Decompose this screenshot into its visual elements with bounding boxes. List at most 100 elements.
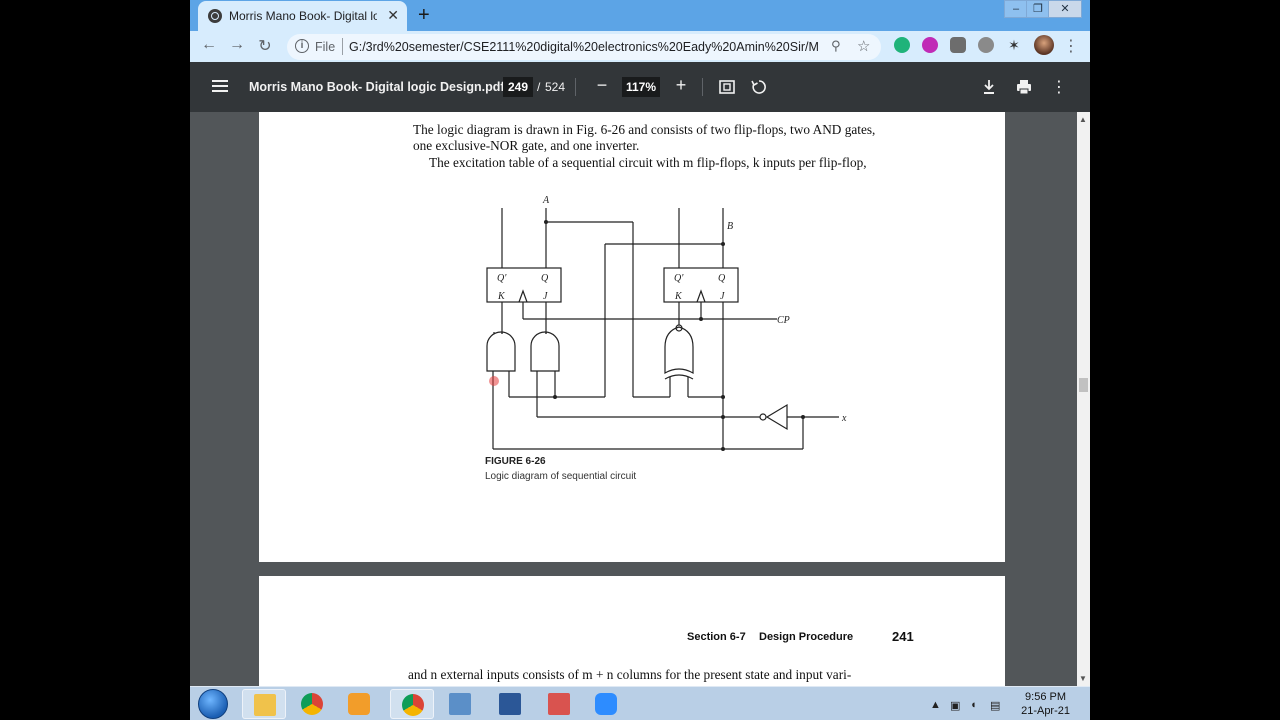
ff-b-k: K [674,291,683,302]
pdf-viewer[interactable]: The logic diagram is drawn in Fig. 6-26 … [190,112,1077,686]
page-separator: / [537,80,541,94]
zoom-level-input[interactable]: 117% [622,77,660,97]
fit-to-page-icon[interactable] [719,79,735,95]
browser-window: Morris Mano Book- Digital logic Design.p… [190,0,1090,686]
scroll-down-icon[interactable]: ▼ [1079,674,1087,683]
figure-caption-text: Logic diagram of sequential circuit [485,471,637,482]
ff-a-k: K [497,291,506,302]
start-button[interactable] [198,689,228,719]
page-number: 241 [892,629,914,644]
xnor-gate [664,326,694,375]
taskbar-image-viewer[interactable] [438,689,482,719]
minimize-button[interactable]: – [1004,0,1028,18]
tray-arrow-icon[interactable]: ▲ [930,699,941,711]
system-clock[interactable]: 9:56 PM 21-Apr-21 [1021,690,1070,718]
profile-avatar[interactable] [1034,35,1054,55]
logic-diagram: A B CP x Q' Q K J Q' Q K J [486,195,847,451]
label-a: A [542,195,550,206]
tab-close-icon[interactable]: ✕ [387,7,399,24]
chrome-icon [301,693,323,715]
restore-button[interactable]: ❐ [1026,0,1050,18]
word-icon [499,693,521,715]
section-title: Design Procedure [759,631,854,643]
pdf-title: Morris Mano Book- Digital logic Design.p… [249,80,505,94]
close-window-button[interactable]: ✕ [1048,0,1082,18]
globe-icon [208,9,222,23]
media-player-icon [348,693,370,715]
ff-b-q: Q [718,273,726,284]
taskbar-zoom[interactable] [584,689,628,719]
taskbar-chrome[interactable] [290,689,334,719]
body-text-line: The logic diagram is drawn in Fig. 6-26 … [413,122,876,137]
inverter-gate [765,403,788,431]
puzzle-extensions-icon[interactable]: ✶ [1006,37,1022,53]
browser-tab[interactable]: Morris Mano Book- Digital logic Design.p… [198,1,407,31]
extension-icon[interactable] [922,37,938,53]
scissors-icon [548,693,570,715]
url-scheme: File [315,40,336,54]
new-tab-button[interactable]: + [418,4,430,27]
toolbar-divider [702,78,703,96]
ff-b-qbar: Q' [674,273,684,284]
pdf-page: The logic diagram is drawn in Fig. 6-26 … [259,112,1005,562]
rotate-icon[interactable] [751,79,767,95]
body-text-line: one exclusive-NOR gate, and one inverter… [413,138,640,153]
body-text-line: and n external inputs consists of m + n … [408,667,852,682]
extension-icon[interactable] [978,37,994,53]
vertical-scrollbar[interactable]: ▲ ▼ [1077,112,1090,686]
forward-arrow-icon[interactable]: → [227,36,247,54]
info-icon[interactable]: i [295,39,309,53]
taskbar-file-explorer[interactable] [242,689,286,719]
ff-a-qbar: Q' [497,273,507,284]
tab-title: Morris Mano Book- Digital logic Design.p… [229,9,377,23]
pdf-page: Section 6-7 Design Procedure 241 and n e… [259,576,1005,686]
pdf-toolbar: Morris Mano Book- Digital logic Design.p… [190,62,1090,112]
section-label: Section 6-7 [687,631,746,643]
clock-time: 9:56 PM [1025,691,1067,703]
image-viewer-icon [449,693,471,715]
url-text[interactable]: G:/3rd%20semester/CSE2111%20digital%20el… [349,40,819,54]
volume-icon[interactable]: ◖ [970,699,977,711]
clock-date: 21-Apr-21 [1021,705,1070,717]
ff-a-q: Q [541,273,549,284]
menu-hamburger-icon[interactable] [212,80,228,82]
print-icon[interactable] [1016,79,1032,95]
action-center-icon[interactable]: ▤ [990,699,1000,712]
zoom-magnifier-icon[interactable]: ⚲ [831,38,841,54]
grammarly-extension-icon[interactable] [894,37,910,53]
label-cp: CP [777,315,790,326]
zoom-app-icon [595,693,617,715]
url-separator [342,38,343,55]
download-icon[interactable] [982,79,996,95]
figure-caption-title: FIGURE 6-26 [485,456,546,467]
page-number-input[interactable]: 249 [503,77,533,97]
back-arrow-icon[interactable]: ← [199,36,219,54]
folder-icon [254,694,276,716]
label-b: B [727,221,733,232]
windows-taskbar: ▲ ▣ ◖ ▤ 9:56 PM 21-Apr-21 [190,686,1090,720]
ff-a-j: J [543,291,548,302]
body-text-line: The excitation table of a sequential cir… [429,155,867,170]
chrome-icon [402,694,424,716]
tab-strip: Morris Mano Book- Digital logic Design.p… [190,0,1090,31]
taskbar-snipping-tool[interactable] [537,689,581,719]
reload-icon[interactable]: ↻ [255,36,275,56]
more-options-icon[interactable]: ⋮ [1049,77,1069,97]
taskbar-word[interactable] [488,689,532,719]
zoom-out-button[interactable]: − [592,75,612,96]
browser-toolbar: ← → ↻ i File G:/3rd%20semester/CSE2111%2… [190,31,1090,62]
scroll-up-icon[interactable]: ▲ [1079,115,1087,124]
extension-icon[interactable] [950,37,966,53]
and-gate-1 [486,331,516,372]
zoom-in-button[interactable]: + [671,75,691,96]
bookmark-star-icon[interactable]: ☆ [857,37,870,55]
label-x: x [841,413,847,424]
address-bar[interactable]: i File G:/3rd%20semester/CSE2111%20digit… [287,34,881,60]
ff-b-j: J [720,291,725,302]
taskbar-media-player[interactable] [337,689,381,719]
network-icon[interactable]: ▣ [950,699,960,712]
taskbar-chrome-active[interactable] [390,689,434,719]
menu-kebab-icon[interactable]: ⋮ [1061,36,1081,56]
and-gate-2 [530,331,560,372]
scrollbar-thumb[interactable] [1079,378,1088,392]
